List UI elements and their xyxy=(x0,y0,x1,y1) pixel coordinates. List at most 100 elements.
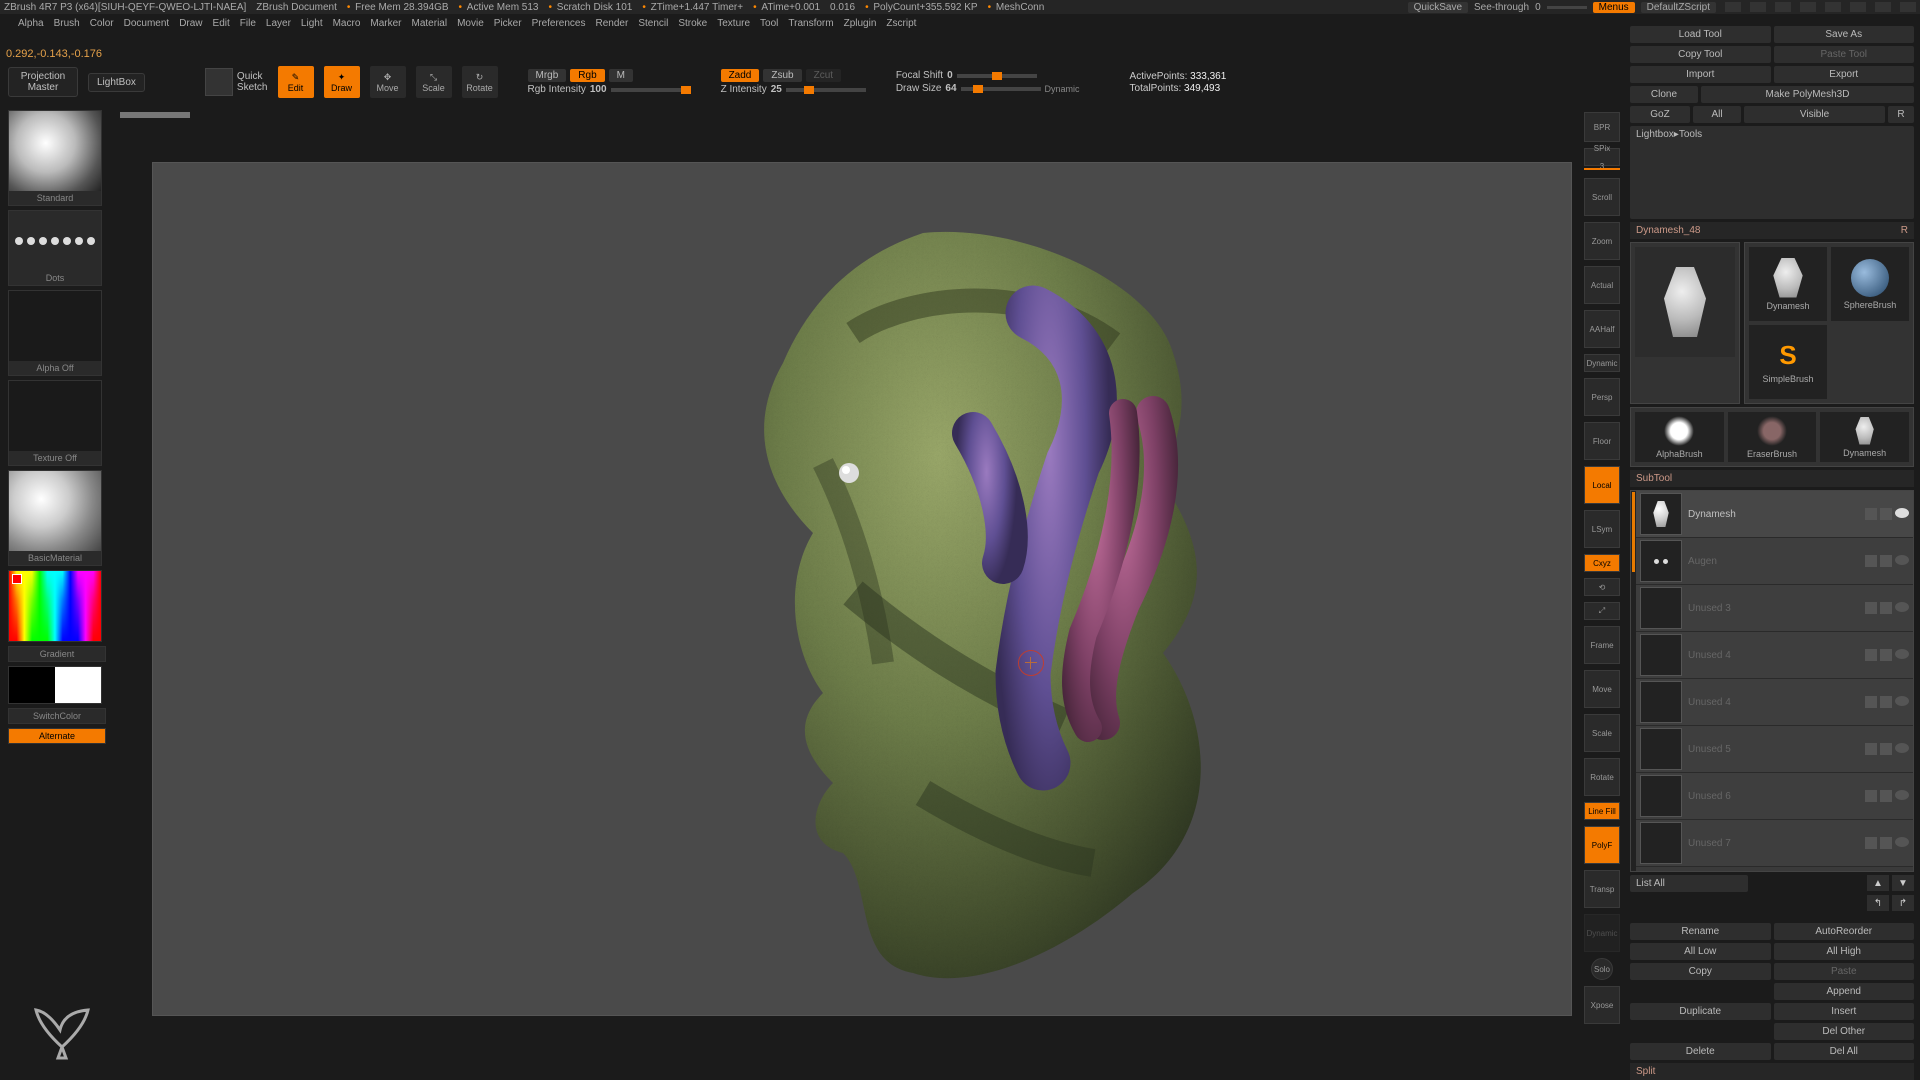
stroke-tile[interactable]: Dots xyxy=(8,210,102,286)
subtool-eye-icon[interactable] xyxy=(1895,555,1909,565)
menu-light[interactable]: Light xyxy=(301,18,323,29)
rotate-view-button[interactable]: Rotate xyxy=(1584,758,1620,796)
menu-marker[interactable]: Marker xyxy=(370,18,401,29)
tool-dynamesh[interactable]: Dynamesh xyxy=(1749,247,1827,321)
subtool-brush-icon[interactable] xyxy=(1880,555,1892,567)
close-icon[interactable] xyxy=(1900,2,1916,12)
alpha-tile[interactable]: Alpha Off xyxy=(8,290,102,376)
window-layout5-icon[interactable] xyxy=(1825,2,1841,12)
xpose-button[interactable]: Xpose xyxy=(1584,986,1620,1024)
subtool-eye-icon[interactable] xyxy=(1895,743,1909,753)
move-in-button[interactable]: ↰ xyxy=(1867,895,1889,911)
copy-subtool-button[interactable]: Copy xyxy=(1630,963,1771,980)
seethrough-slider[interactable] xyxy=(1547,6,1587,9)
subtool-eye-icon[interactable] xyxy=(1895,602,1909,612)
scale-view-button[interactable]: Scale xyxy=(1584,714,1620,752)
polyf-button[interactable]: PolyF xyxy=(1584,826,1620,864)
subtool-row[interactable]: Unused 3 xyxy=(1636,585,1913,632)
subtool-paint-icon[interactable] xyxy=(1865,837,1877,849)
goz-visible-button[interactable]: Visible xyxy=(1744,106,1885,123)
subtool-brush-icon[interactable] xyxy=(1880,837,1892,849)
alternate-button[interactable]: Alternate xyxy=(8,728,106,744)
menu-color[interactable]: Color xyxy=(90,18,114,29)
subtool-row[interactable]: Dynamesh xyxy=(1636,491,1913,538)
mirror1-button[interactable]: ⟲ xyxy=(1584,578,1620,596)
persp-button[interactable]: Persp xyxy=(1584,378,1620,416)
menu-file[interactable]: File xyxy=(240,18,256,29)
menu-alpha[interactable]: Alpha xyxy=(18,18,44,29)
dynamic2-button[interactable]: Dynamic xyxy=(1584,914,1620,952)
scale-button[interactable]: ⤡Scale xyxy=(416,66,452,98)
move-up-button[interactable]: ▲ xyxy=(1867,875,1889,891)
subtool-paint-icon[interactable] xyxy=(1865,743,1877,755)
subtool-brush-icon[interactable] xyxy=(1880,649,1892,661)
color-picker[interactable] xyxy=(8,570,102,642)
split-section[interactable]: Split xyxy=(1630,1063,1914,1080)
subtool-row[interactable]: Unused 4 xyxy=(1636,632,1913,679)
linefill-toggle[interactable]: Line Fill xyxy=(1584,802,1620,820)
menu-tool[interactable]: Tool xyxy=(760,18,778,29)
scroll-button[interactable]: Scroll xyxy=(1584,178,1620,216)
local-button[interactable]: Local xyxy=(1584,466,1620,504)
subtool-eye-icon[interactable] xyxy=(1895,696,1909,706)
lightbox-tools-link[interactable]: Lightbox▸Tools xyxy=(1630,126,1914,219)
zadd-toggle[interactable]: Zadd xyxy=(721,69,760,82)
active-tool-thumb[interactable] xyxy=(1630,242,1740,404)
color-swatches[interactable] xyxy=(8,666,102,704)
duplicate-button[interactable]: Duplicate xyxy=(1630,1003,1771,1020)
brush-tile[interactable]: Standard xyxy=(8,110,102,206)
subtool-eye-icon[interactable] xyxy=(1895,649,1909,659)
transp-button[interactable]: Transp xyxy=(1584,870,1620,908)
subtool-row[interactable]: Unused 5 xyxy=(1636,726,1913,773)
subtool-paint-icon[interactable] xyxy=(1865,555,1877,567)
move-button[interactable]: ✥Move xyxy=(370,66,406,98)
spix-slider[interactable]: SPix 3 xyxy=(1584,148,1620,166)
zsub-toggle[interactable]: Zsub xyxy=(763,69,801,82)
import-button[interactable]: Import xyxy=(1630,66,1771,83)
menu-texture[interactable]: Texture xyxy=(717,18,750,29)
window-layout3-icon[interactable] xyxy=(1775,2,1791,12)
subtool-brush-icon[interactable] xyxy=(1880,696,1892,708)
bpr-button[interactable]: BPR xyxy=(1584,112,1620,142)
switchcolor-button[interactable]: SwitchColor xyxy=(8,708,106,724)
window-layout1-icon[interactable] xyxy=(1725,2,1741,12)
autoreorder-button[interactable]: AutoReorder xyxy=(1774,923,1915,940)
menu-stencil[interactable]: Stencil xyxy=(638,18,668,29)
paste-tool-button[interactable]: Paste Tool xyxy=(1774,46,1915,63)
mrgb-toggle[interactable]: Mrgb xyxy=(528,69,567,82)
subtool-paint-icon[interactable] xyxy=(1865,649,1877,661)
window-layout2-icon[interactable] xyxy=(1750,2,1766,12)
all-low-button[interactable]: All Low xyxy=(1630,943,1771,960)
draw-size-slider[interactable] xyxy=(961,87,1041,91)
tool-spherebrush[interactable]: SphereBrush xyxy=(1831,247,1909,321)
menu-draw[interactable]: Draw xyxy=(179,18,202,29)
menu-macro[interactable]: Macro xyxy=(333,18,361,29)
save-as-button[interactable]: Save As xyxy=(1774,26,1915,43)
solo-button[interactable]: Solo xyxy=(1591,958,1613,980)
all-high-button[interactable]: All High xyxy=(1774,943,1915,960)
subtool-row[interactable]: Unused 6 xyxy=(1636,773,1913,820)
menu-zplugin[interactable]: Zplugin xyxy=(844,18,877,29)
menu-zscript[interactable]: Zscript xyxy=(886,18,916,29)
zcut-toggle[interactable]: Zcut xyxy=(806,69,841,82)
projection-master-button[interactable]: Projection Master xyxy=(8,67,78,97)
rgb-intensity-slider[interactable] xyxy=(611,88,691,92)
subtool-paint-icon[interactable] xyxy=(1865,790,1877,802)
quicksave-button[interactable]: QuickSave xyxy=(1408,2,1468,13)
dynamic-toggle[interactable]: Dynamic xyxy=(1584,354,1620,372)
z-intensity-slider[interactable] xyxy=(786,88,866,92)
default-zscript[interactable]: DefaultZScript xyxy=(1641,2,1716,13)
texture-tile[interactable]: Texture Off xyxy=(8,380,102,466)
clone-button[interactable]: Clone xyxy=(1630,86,1698,103)
rename-button[interactable]: Rename xyxy=(1630,923,1771,940)
rgb-toggle[interactable]: Rgb xyxy=(570,69,604,82)
menu-movie[interactable]: Movie xyxy=(457,18,484,29)
goz-button[interactable]: GoZ xyxy=(1630,106,1690,123)
frame-button[interactable]: Frame xyxy=(1584,626,1620,664)
actual-button[interactable]: Actual xyxy=(1584,266,1620,304)
subtool-paint-icon[interactable] xyxy=(1865,696,1877,708)
minimize-icon[interactable] xyxy=(1850,2,1866,12)
export-button[interactable]: Export xyxy=(1774,66,1915,83)
menus-button[interactable]: Menus xyxy=(1593,2,1635,13)
subtool-eye-icon[interactable] xyxy=(1895,508,1909,518)
